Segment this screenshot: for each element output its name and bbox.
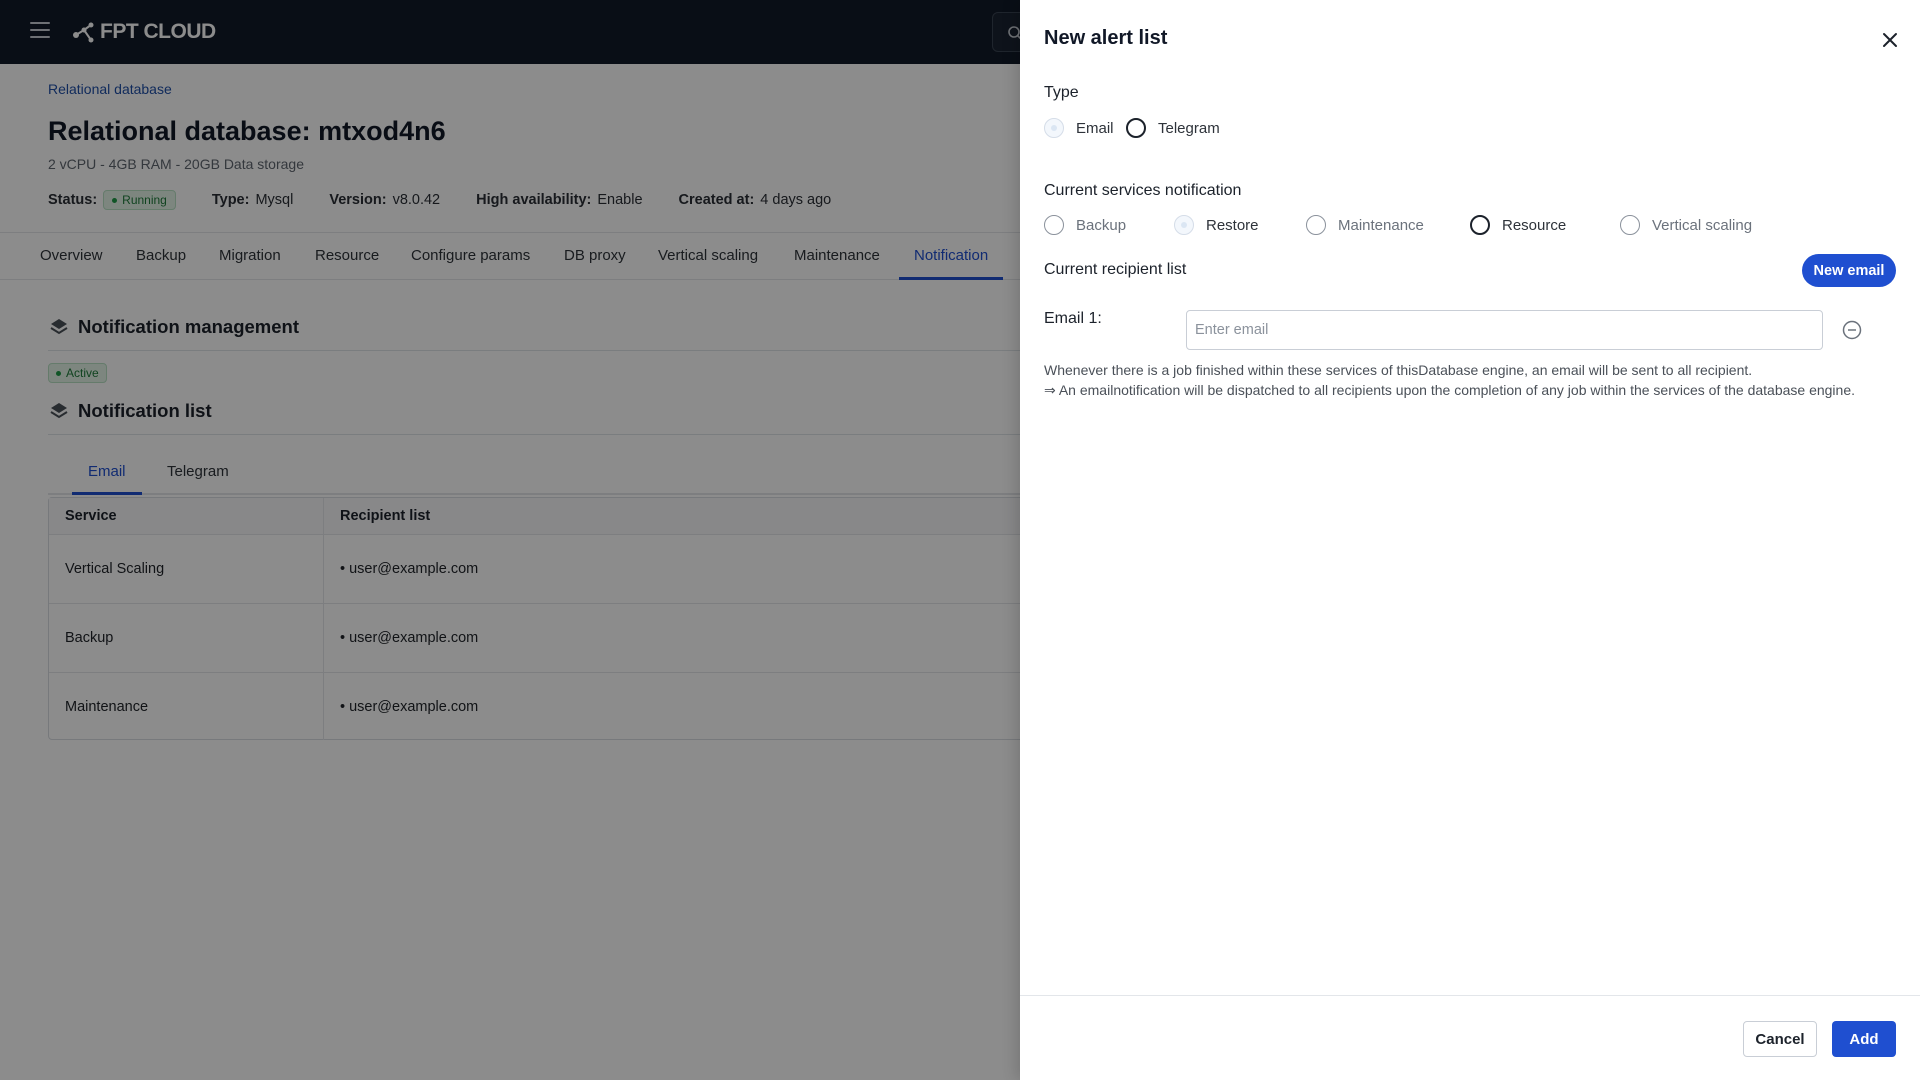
services-radio-group: Backup Restore Maintenance Resource Vert…: [1044, 215, 1894, 237]
cancel-button[interactable]: Cancel: [1743, 1021, 1817, 1057]
type-radio-group: Email Telegram: [1044, 118, 1444, 140]
email-1-label: Email 1:: [1044, 310, 1102, 327]
help-line-1: Whenever there is a job finished within …: [1044, 362, 1753, 378]
service-backup-label: Backup: [1076, 216, 1127, 234]
service-backup-radio[interactable]: Backup: [1044, 215, 1126, 235]
service-maintenance-label: Maintenance: [1338, 216, 1424, 234]
add-button[interactable]: Add: [1832, 1021, 1896, 1057]
radio-circle-icon: [1044, 118, 1064, 138]
type-field-label: Type: [1044, 84, 1079, 101]
radio-circle-icon: [1174, 215, 1194, 235]
type-telegram-label: Telegram: [1158, 119, 1220, 137]
service-restore-radio[interactable]: Restore: [1174, 215, 1259, 235]
radio-circle-icon: [1306, 215, 1326, 235]
radio-circle-icon: [1620, 215, 1640, 235]
drawer-footer: Cancel Add: [1020, 995, 1920, 1080]
service-restore-label: Restore: [1206, 216, 1259, 234]
recipient-list-label: Current recipient list: [1044, 261, 1187, 278]
radio-circle-icon: [1126, 118, 1146, 138]
service-resource-radio[interactable]: Resource: [1470, 215, 1566, 235]
email-1-input[interactable]: [1186, 310, 1823, 350]
type-email-label: Email: [1076, 119, 1114, 137]
help-line-2: ⇒ An emailnotification will be dispatche…: [1044, 382, 1855, 398]
type-email-radio[interactable]: Email: [1044, 118, 1114, 138]
new-alert-list-drawer: New alert list Type Email Telegram Curre…: [1020, 0, 1920, 1080]
radio-circle-icon: [1044, 215, 1064, 235]
minus-circle-icon: [1842, 320, 1862, 340]
close-icon: [1883, 33, 1897, 47]
close-button[interactable]: [1880, 30, 1900, 50]
service-resource-label: Resource: [1502, 216, 1567, 234]
service-vertical-scaling-label: Vertical scaling: [1652, 216, 1753, 234]
help-text: Whenever there is a job finished within …: [1044, 360, 1894, 400]
drawer-title: New alert list: [1044, 27, 1168, 49]
service-vertical-scaling-radio[interactable]: Vertical scaling: [1620, 215, 1752, 235]
new-email-button[interactable]: New email: [1802, 254, 1896, 287]
radio-circle-icon: [1470, 215, 1490, 235]
type-telegram-radio[interactable]: Telegram: [1126, 118, 1220, 138]
services-field-label: Current services notification: [1044, 182, 1242, 199]
service-maintenance-radio[interactable]: Maintenance: [1306, 215, 1424, 235]
remove-email-button[interactable]: [1842, 320, 1862, 340]
